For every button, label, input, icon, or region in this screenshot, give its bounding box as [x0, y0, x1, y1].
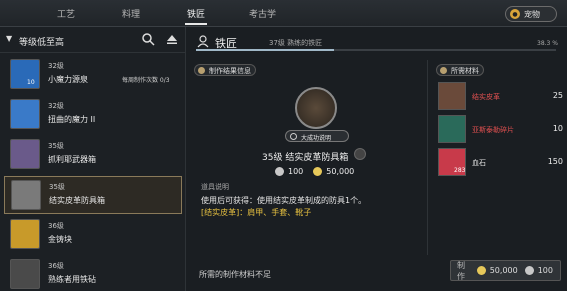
craft-gold: 50,000 — [489, 266, 518, 275]
item-name: 扭曲的魔力 II — [48, 115, 96, 124]
material-name: 亚斯泰勒碎片 — [472, 126, 514, 134]
recipe-list-panel: ▼ 等级低至高 10 32级 小魔力源泉 每周制作次数 0/3 32级 扭曲的魔… — [0, 27, 186, 291]
item-level: 32级 — [48, 102, 64, 110]
item-name: 抓利耶武器箱 — [48, 155, 96, 164]
item-level: 32级 — [48, 62, 64, 70]
weekly-limit-note: 每周制作次数 0/3 — [122, 77, 170, 84]
pet-button-label: 宠物 — [524, 9, 540, 19]
item-quantity: 10 — [27, 79, 35, 86]
top-tab-bar: 工艺 料理 铁匠 考古学 ● 宠物 — [0, 0, 567, 27]
info-icon — [290, 133, 297, 140]
chevron-down-icon[interactable]: ▼ — [6, 34, 12, 43]
materials-pill: 所需材料 — [436, 64, 484, 76]
profession-level: 37级 熟练的铁匠 — [269, 39, 323, 47]
material-quantity: 10 — [552, 124, 563, 133]
description-line: 使用后可获得：使用结实皮革制成的防具1个。 — [201, 196, 367, 205]
magic-crystal-icon — [10, 99, 40, 129]
material-row[interactable]: 283 血石 150 — [432, 148, 567, 178]
item-level: 36级 — [48, 262, 64, 270]
description-heading: 道具说明 — [201, 183, 229, 191]
item-level: 35级 — [48, 142, 64, 150]
progress-fill — [196, 49, 334, 51]
description-detail: [结实皮革]：肩甲、手套、靴子 — [201, 208, 312, 217]
list-item-selected[interactable]: 35级 结实皮革防具箱 — [4, 176, 182, 214]
silver-coin-icon — [524, 266, 534, 275]
share-icon[interactable] — [354, 148, 366, 160]
material-quantity: 150 — [547, 157, 563, 166]
progress-percent: 38.3 % — [537, 40, 558, 47]
gold-coin-icon — [476, 266, 486, 275]
cost-gold: 50,000 — [326, 167, 355, 176]
material-row[interactable]: 结实皮革 25 — [432, 82, 567, 112]
cost-silver: 100 — [288, 167, 304, 176]
panel-divider — [427, 60, 428, 255]
pet-icon: ● — [510, 9, 520, 19]
item-name: 小魔力源泉 — [48, 75, 88, 84]
tab-blacksmith[interactable]: 铁匠 — [187, 7, 205, 20]
pet-button[interactable]: ● 宠物 — [505, 6, 557, 22]
blue-crystal-icon — [10, 59, 40, 89]
list-item[interactable]: 35级 抓利耶武器箱 — [4, 136, 182, 174]
item-name: 金铸块 — [48, 235, 72, 244]
result-info-label: 制作结果信息 — [209, 67, 251, 75]
insufficient-materials-text: 所需的制作材料不足 — [199, 270, 271, 279]
sort-bar: ▼ 等级低至高 — [0, 27, 186, 53]
item-level: 36级 — [48, 222, 64, 230]
craft-silver: 100 — [537, 266, 553, 275]
list-item[interactable]: 36级 熟练者用铁砧 — [4, 256, 182, 291]
item-name: 熟练者用铁砧 — [48, 275, 96, 284]
anvil-icon — [10, 259, 40, 289]
list-item[interactable]: 10 32级 小魔力源泉 每周制作次数 0/3 — [4, 56, 182, 94]
craft-button[interactable]: 制作 50,000 100 — [450, 260, 561, 281]
material-quantity: 25 — [552, 91, 563, 100]
material-row[interactable]: 亚斯泰勒碎片 10 — [432, 115, 567, 145]
sort-label[interactable]: 等级低至高 — [19, 35, 64, 48]
result-info-pill: 制作结果信息 — [194, 64, 256, 76]
great-success-label: 大成功说明 — [301, 135, 332, 142]
weapon-box-icon — [10, 139, 40, 169]
materials-label: 所需材料 — [451, 67, 479, 75]
shard-icon — [438, 115, 466, 143]
item-name: 结实皮革防具箱 — [49, 196, 105, 205]
result-item-title: 35级 结实皮革防具箱 — [262, 153, 349, 163]
search-icon[interactable] — [141, 32, 155, 46]
materials-icon — [440, 67, 447, 74]
blacksmith-icon — [197, 35, 209, 48]
profession-progress-bar — [196, 49, 556, 51]
gold-coin-icon — [313, 167, 323, 176]
list-item[interactable]: 32级 扭曲的魔力 II — [4, 96, 182, 134]
owned-count: 283 — [454, 167, 466, 174]
material-name: 结实皮革 — [472, 93, 500, 101]
great-success-button[interactable]: 大成功说明 — [285, 130, 349, 142]
tab-archaeology[interactable]: 考古学 — [249, 7, 276, 20]
active-tab-indicator — [185, 23, 207, 25]
material-name: 血石 — [472, 159, 486, 167]
item-level: 35级 — [49, 183, 65, 191]
craft-label: 制作 — [457, 260, 465, 281]
armor-box-icon — [11, 180, 41, 210]
collapse-icon[interactable] — [166, 33, 178, 45]
list-item[interactable]: 36级 金铸块 — [4, 216, 182, 254]
silver-coin-icon — [275, 167, 284, 176]
tab-cooking[interactable]: 料理 — [122, 7, 140, 20]
detail-panel: 铁匠 37级 熟练的铁匠 38.3 % 制作结果信息 所需材料 大成功说明 35… — [187, 27, 567, 291]
craft-cost: 100 50,000 — [275, 167, 354, 176]
leather-icon — [438, 82, 466, 110]
hammer-icon — [198, 67, 205, 74]
tab-crafting[interactable]: 工艺 — [57, 7, 75, 20]
armor-box-large-icon — [295, 87, 337, 129]
gold-ingot-icon — [10, 219, 40, 249]
